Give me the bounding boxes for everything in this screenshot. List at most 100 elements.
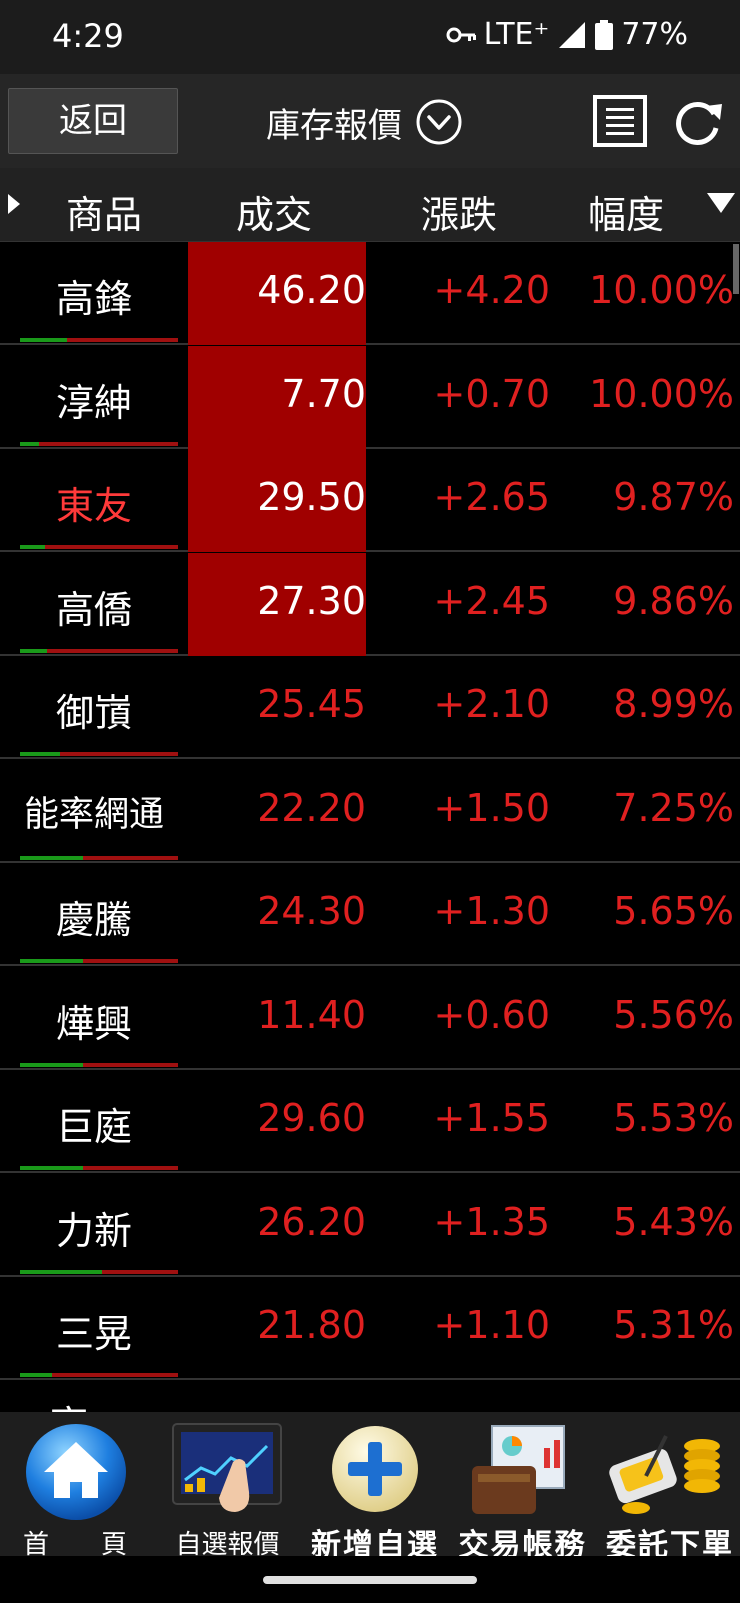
page-title-dropdown[interactable]: 庫存報價	[266, 94, 464, 150]
list-menu-icon[interactable]	[592, 94, 648, 152]
scroll-left-arrow-icon[interactable]	[6, 192, 22, 220]
buy-ratio-fill	[20, 648, 47, 653]
buy-ratio-fill	[20, 545, 46, 549]
buy-sell-ratio-bar	[20, 441, 178, 446]
stock-percent: 10.00%	[589, 371, 734, 416]
buy-sell-ratio-bar	[20, 648, 178, 653]
chevron-down-circle-icon	[414, 97, 464, 147]
stock-change: +1.10	[433, 1303, 550, 1347]
quote-list[interactable]: 高鋒 46.20 +4.20 10.00% 淳紳 7.70 +0.70 10.00% 東友 29.…	[0, 242, 740, 1412]
battery-percent: 77%	[621, 17, 688, 52]
column-percent-header[interactable]: 幅度	[588, 184, 664, 239]
stock-name: 高鋒	[55, 277, 132, 321]
stock-change: +1.30	[433, 889, 550, 933]
buy-ratio-fill	[20, 441, 39, 446]
stock-price: 25.45	[257, 682, 366, 726]
signal-icon	[557, 20, 587, 50]
stock-name: 燁興	[55, 1001, 132, 1046]
refresh-icon[interactable]	[670, 94, 726, 152]
stock-percent: 5.65%	[613, 889, 734, 933]
buy-ratio-fill	[20, 855, 84, 860]
buy-ratio-fill	[20, 1269, 103, 1274]
vpn-key-icon	[446, 26, 476, 44]
stock-name: 東友	[55, 484, 132, 528]
stock-percent: 5.53%	[613, 1096, 734, 1140]
stock-change: +2.65	[433, 475, 550, 519]
wallet-report-icon	[470, 1422, 574, 1522]
watchlist-quote-icon	[171, 1422, 283, 1520]
buy-sell-ratio-bar	[20, 545, 178, 549]
buy-sell-ratio-bar	[20, 1373, 178, 1377]
buy-ratio-fill	[20, 1166, 84, 1170]
stock-name: 高僑	[55, 587, 132, 632]
buy-ratio-fill	[20, 959, 84, 963]
column-price-header[interactable]: 成交	[236, 184, 312, 239]
stock-price: 21.80	[257, 1303, 366, 1347]
quote-row[interactable]: 淳紳 7.70 +0.70 10.00%	[0, 345, 740, 449]
stock-price: 24.30	[257, 889, 366, 933]
add-plus-icon	[330, 1424, 420, 1518]
stock-change: +0.60	[433, 992, 550, 1037]
stock-name: 三晃	[55, 1312, 132, 1356]
stock-change: +4.20	[433, 268, 550, 312]
stock-name: 能率網通	[23, 794, 164, 835]
sort-descending-icon[interactable]	[706, 192, 736, 218]
nav-home[interactable]: 首 頁	[0, 1412, 150, 1560]
stock-name: 慶騰	[55, 898, 132, 942]
stock-percent: 8.99%	[613, 682, 734, 726]
buy-sell-ratio-bar	[20, 338, 178, 342]
buy-ratio-fill	[20, 338, 68, 342]
quote-row[interactable]: 東友 29.50 +2.65 9.87%	[0, 449, 740, 552]
stock-price: 26.20	[257, 1199, 366, 1244]
quote-row[interactable]: 燁興 11.40 +0.60 5.56%	[0, 967, 740, 1070]
home-icon	[24, 1422, 128, 1526]
buy-sell-ratio-bar	[20, 1269, 178, 1274]
stock-price: 27.30	[257, 578, 366, 623]
nav-order[interactable]: 委託下單	[600, 1412, 740, 1563]
stock-percent: 7.25%	[613, 785, 734, 830]
quote-row[interactable]: 御嵿 25.45 +2.10 8.99%	[0, 656, 740, 759]
stock-change: +0.70	[433, 371, 550, 416]
stock-price: 11.40	[257, 992, 366, 1037]
quote-row[interactable]: 高僑 27.30 +2.45 9.86%	[0, 552, 740, 656]
nav-account[interactable]: 交易帳務	[450, 1412, 595, 1563]
quote-row[interactable]: 能率網通 22.20 +1.50 7.25%	[0, 760, 740, 863]
stock-name: 淳紳	[55, 380, 132, 425]
home-gesture-pill[interactable]	[263, 1576, 477, 1584]
status-time: 4:29	[52, 17, 124, 55]
nav-watchlist[interactable]: 自選報價	[165, 1412, 290, 1560]
stock-change: +1.55	[433, 1096, 550, 1140]
quote-row[interactable]: 三晃 21.80 +1.10 5.31%	[0, 1277, 740, 1380]
stock-percent: 9.86%	[613, 578, 734, 623]
buy-sell-ratio-bar	[20, 1166, 178, 1170]
status-icons: LTE⁺ 77%	[446, 17, 688, 52]
back-button[interactable]: 返回	[8, 88, 178, 154]
stock-percent: 10.00%	[589, 268, 734, 312]
stock-change: +2.45	[433, 578, 550, 623]
network-type: LTE⁺	[483, 17, 550, 52]
stock-change: +2.10	[433, 682, 550, 726]
column-header: 商品 成交 漲跌 幅度	[0, 168, 740, 242]
partial-next-row: 亨…	[50, 1394, 126, 1412]
nav-add-watchlist[interactable]: 新增自選	[300, 1412, 450, 1563]
scrollbar[interactable]	[733, 244, 739, 294]
stock-percent: 9.87%	[613, 475, 734, 519]
quote-row[interactable]: 高鋒 46.20 +4.20 10.00%	[0, 242, 740, 345]
column-name-header[interactable]: 商品	[66, 184, 142, 239]
bottom-navigation: 首 頁 自選報價 新增自選 交易帳務 委託下單	[0, 1412, 740, 1563]
quote-row[interactable]: 巨庭 29.60 +1.55 5.53%	[0, 1070, 740, 1173]
stock-percent: 5.56%	[613, 992, 734, 1037]
buy-sell-ratio-bar	[20, 959, 178, 963]
quote-row[interactable]: 慶騰 24.30 +1.30 5.65%	[0, 863, 740, 966]
stock-price: 29.50	[257, 475, 366, 519]
stock-change: +1.35	[433, 1199, 550, 1244]
stock-name: 巨庭	[55, 1105, 132, 1149]
stock-price: 22.20	[257, 785, 366, 830]
stock-change: +1.50	[433, 785, 550, 830]
column-change-header[interactable]: 漲跌	[421, 184, 497, 239]
buy-sell-ratio-bar	[20, 752, 178, 756]
top-toolbar: 返回 庫存報價	[0, 74, 740, 168]
stock-price: 46.20	[257, 268, 366, 312]
quote-row[interactable]: 力新 26.20 +1.35 5.43%	[0, 1174, 740, 1277]
buy-sell-ratio-bar	[20, 855, 178, 860]
